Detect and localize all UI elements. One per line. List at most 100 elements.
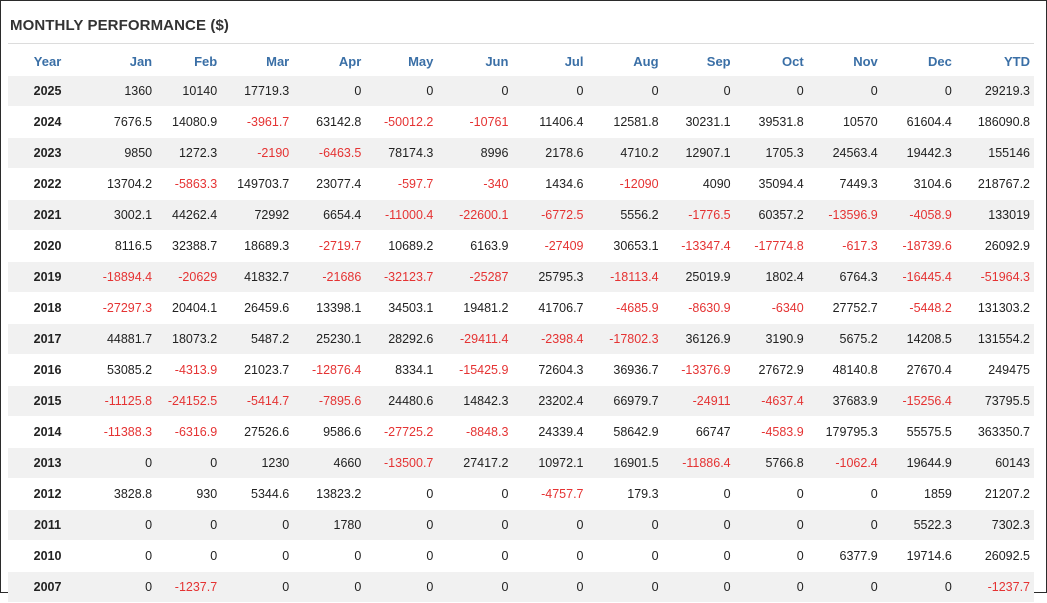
table-row: 2022 13704.2 -5863.3 149703.7 23077.4 -597.7-… xyxy=(8,168,1034,200)
table-row: 2012 3828.8 930 5344.6 13823.2 0 0 -4757.7 179.3… xyxy=(8,478,1034,510)
month-value-cell: 0 xyxy=(156,540,222,572)
month-value-cell: 930 xyxy=(156,478,222,510)
month-value-cell: 11406.4 xyxy=(512,106,588,138)
month-value-cell: 0 xyxy=(87,447,157,479)
column-header-aug: Aug xyxy=(633,53,659,69)
month-value-cell: 0 xyxy=(734,540,808,572)
column-header-may: May xyxy=(408,53,434,69)
month-value-cell: 13398.1 xyxy=(293,292,366,324)
month-value-cell: 21023.7 xyxy=(221,354,294,386)
month-value-cell: 0 xyxy=(365,571,438,603)
month-value-cell: 24563.4 xyxy=(807,137,882,169)
month-value-cell: 25230.1 xyxy=(293,323,366,355)
month-value-cell: 41832.7 xyxy=(221,261,294,293)
year-cell: 2019 xyxy=(8,261,88,293)
year-cell: 2007 xyxy=(8,571,88,603)
table-row: 2013 0 0 1230 4660 -13500.7 27417.2 10972.1 1690… xyxy=(8,447,1034,479)
year-cell: 2022 xyxy=(8,168,88,200)
month-value-cell: 19481.2 xyxy=(437,292,513,324)
year-cell: 2020 xyxy=(8,230,88,262)
month-value-cell: -5414.7 xyxy=(221,385,294,417)
column-header-jul: Jul xyxy=(564,53,584,69)
month-value-cell: 27752.7 xyxy=(807,292,882,324)
month-value-cell: 25795.3 xyxy=(512,261,588,293)
month-value-cell: -7895.6 xyxy=(293,385,366,417)
month-value-cell: 26459.6 xyxy=(221,292,294,324)
month-value-cell: -27409 xyxy=(512,230,588,262)
month-value-cell: 4660 xyxy=(293,447,366,479)
month-value-cell: 0 xyxy=(807,478,882,510)
month-value-cell: 48140.8 xyxy=(807,354,882,386)
month-value-cell: -29411.4 xyxy=(437,323,513,355)
month-value-cell: 63142.8 xyxy=(293,106,366,138)
month-value-cell: -1237.7 xyxy=(156,571,222,603)
month-value-cell: 0 xyxy=(87,509,157,541)
month-value-cell: 6764.3 xyxy=(807,261,882,293)
month-value-cell: 34503.1 xyxy=(365,292,438,324)
month-value-cell: 1802.4 xyxy=(734,261,808,293)
year-cell: 2011 xyxy=(8,509,88,541)
month-value-cell: 7676.5 xyxy=(87,106,157,138)
month-value-cell: 149703.7 xyxy=(221,168,294,200)
year-cell: 2018 xyxy=(8,292,88,324)
month-value-cell: 30653.1 xyxy=(587,230,663,262)
month-value-cell: 0 xyxy=(221,509,294,541)
month-value-cell: -25287 xyxy=(437,261,513,293)
month-value-cell: 27526.6 xyxy=(221,416,294,448)
month-value-cell: 0 xyxy=(587,509,663,541)
month-value-cell: 0 xyxy=(437,540,513,572)
month-value-cell: -2190 xyxy=(221,137,294,169)
table-header-row: Year Jan Feb Mar Apr May Jun Jul Aug Sep Oct Nov Dec… xyxy=(8,46,1034,76)
month-value-cell: 1360 xyxy=(87,76,157,107)
table-row: 2021 3002.1 44262.4 72992 6654.4 -11000.4 -226… xyxy=(8,199,1034,231)
month-value-cell: -11125.8 xyxy=(87,385,157,417)
month-value-cell: 39531.8 xyxy=(734,106,808,138)
month-value-cell: 0 xyxy=(293,540,366,572)
ytd-cell: -51964.3 xyxy=(955,261,1034,293)
month-value-cell: -617.3 xyxy=(807,230,882,262)
month-value-cell: 14208.5 xyxy=(881,323,956,355)
year-cell: 2016 xyxy=(8,354,88,386)
column-header-ytd: YTD xyxy=(1004,53,1030,69)
ytd-cell: 26092.5 xyxy=(955,540,1034,572)
month-value-cell: 66747 xyxy=(662,416,735,448)
month-value-cell: -13596.9 xyxy=(807,199,882,231)
year-cell: 2025 xyxy=(8,76,88,107)
month-value-cell: -8630.9 xyxy=(662,292,735,324)
column-header-oct: Oct xyxy=(782,53,804,69)
table-row: 2019 -18894.4 -20629 41832.7 -21686 -32123.7-… xyxy=(8,261,1034,293)
month-value-cell: -1062.4 xyxy=(807,447,882,479)
month-value-cell: 60357.2 xyxy=(734,199,808,231)
month-value-cell: -17774.8 xyxy=(734,230,808,262)
month-value-cell: -15425.9 xyxy=(437,354,513,386)
month-value-cell: 28292.6 xyxy=(365,323,438,355)
month-value-cell: 6163.9 xyxy=(437,230,513,262)
month-value-cell: 16901.5 xyxy=(587,447,663,479)
month-value-cell: 0 xyxy=(437,571,513,603)
month-value-cell: 0 xyxy=(512,509,588,541)
month-value-cell: 10689.2 xyxy=(365,230,438,262)
month-value-cell: -3961.7 xyxy=(221,106,294,138)
month-value-cell: 12907.1 xyxy=(662,137,735,169)
month-value-cell: 4710.2 xyxy=(587,137,663,169)
month-value-cell: 14842.3 xyxy=(437,385,513,417)
month-value-cell: 0 xyxy=(221,540,294,572)
year-cell: 2023 xyxy=(8,137,88,169)
month-value-cell: 5344.6 xyxy=(221,478,294,510)
ytd-cell: 131554.2 xyxy=(955,323,1034,355)
month-value-cell: -32123.7 xyxy=(365,261,438,293)
month-value-cell: 0 xyxy=(293,76,366,107)
table-row: 2010 0 0 0 0 0 0 0 0 0 0 6377.9 19714.6 26092.5 xyxy=(8,540,1034,572)
month-value-cell: 0 xyxy=(807,509,882,541)
month-value-cell: 19644.9 xyxy=(881,447,956,479)
ytd-cell: -1237.7 xyxy=(955,571,1034,603)
month-value-cell: 9850 xyxy=(87,137,157,169)
month-value-cell: 0 xyxy=(881,571,956,603)
month-value-cell: -24152.5 xyxy=(156,385,222,417)
month-value-cell: 0 xyxy=(365,76,438,107)
month-value-cell: 27670.4 xyxy=(881,354,956,386)
month-value-cell: -27725.2 xyxy=(365,416,438,448)
panel-title: MONTHLY PERFORMANCE ($) xyxy=(10,17,229,34)
month-value-cell: 24480.6 xyxy=(365,385,438,417)
ytd-cell: 186090.8 xyxy=(955,106,1034,138)
